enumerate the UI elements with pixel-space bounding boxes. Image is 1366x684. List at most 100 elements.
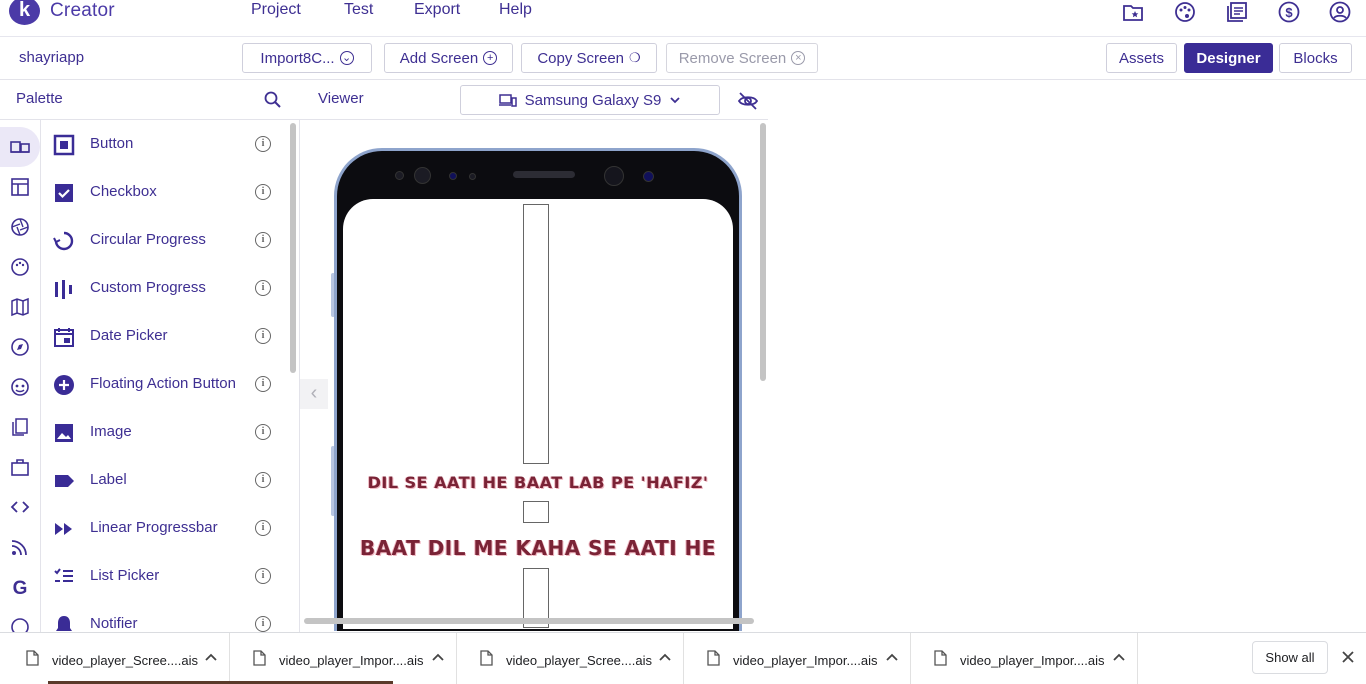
info-icon[interactable]: i xyxy=(255,376,271,392)
app-logo[interactable]: k xyxy=(9,0,40,25)
folder-star-icon[interactable] xyxy=(1121,0,1145,24)
layout-category-icon[interactable] xyxy=(9,176,31,198)
palette-item-linear-progressbar[interactable]: Linear Progressbar i xyxy=(41,504,289,552)
viewer-vertical-scrollbar[interactable] xyxy=(760,123,766,381)
image-icon xyxy=(53,422,75,444)
palette-item-notifier[interactable]: Notifier i xyxy=(41,600,289,632)
user-interface-category-icon[interactable] xyxy=(9,136,31,158)
palette-item-list-picker[interactable]: List Picker i xyxy=(41,552,289,600)
download-item[interactable]: video_player_Scree....ais xyxy=(4,633,230,684)
circular-progress-icon xyxy=(53,230,75,252)
file-icon xyxy=(26,650,39,666)
palette-icon[interactable] xyxy=(1173,0,1197,24)
visibility-off-icon[interactable] xyxy=(737,90,759,112)
blocks-button[interactable]: Blocks xyxy=(1279,43,1352,73)
menu-project[interactable]: Project xyxy=(251,1,301,19)
info-icon[interactable]: i xyxy=(255,280,271,296)
sensors-category-icon[interactable] xyxy=(9,336,31,358)
project-name: shayriapp xyxy=(19,49,85,66)
chevron-up-icon[interactable] xyxy=(885,651,899,665)
palette-item-label: Circular Progress xyxy=(90,231,206,248)
info-icon[interactable]: i xyxy=(255,424,271,440)
info-icon[interactable]: i xyxy=(255,136,271,152)
info-icon[interactable]: i xyxy=(255,472,271,488)
chevron-up-icon[interactable] xyxy=(431,651,445,665)
add-circle-icon: + xyxy=(483,51,498,65)
download-filename: video_player_Impor....ais xyxy=(733,653,878,668)
designer-button[interactable]: Designer xyxy=(1184,43,1273,73)
screen-component-placeholder[interactable] xyxy=(523,204,549,464)
utilities-category-icon[interactable] xyxy=(9,456,31,478)
menu-export[interactable]: Export xyxy=(414,1,460,19)
palette-item-image[interactable]: Image i xyxy=(41,408,289,456)
screen-component-placeholder[interactable] xyxy=(523,501,549,523)
download-filename: video_player_Scree....ais xyxy=(506,653,652,668)
palette-item-custom-progress[interactable]: Custom Progress i xyxy=(41,264,289,312)
download-filename: video_player_Impor....ais xyxy=(960,653,1105,668)
linear-progressbar-icon xyxy=(53,518,75,540)
screen-select-label: Import8C... xyxy=(260,49,335,67)
collapse-palette-button[interactable]: ‹ xyxy=(300,379,328,409)
list-picker-icon xyxy=(53,566,75,588)
palette-item-label: Date Picker xyxy=(90,327,168,344)
shayri-label-1[interactable]: DIL SE AATI HE BAAT LAB PE 'HAFIZ' xyxy=(343,473,733,492)
remove-screen-button[interactable]: Remove Screen × xyxy=(666,43,818,73)
palette-item-label[interactable]: Label i xyxy=(41,456,289,504)
google-category-icon[interactable]: G xyxy=(9,576,31,598)
chevron-up-icon[interactable] xyxy=(1112,651,1126,665)
media-category-icon[interactable] xyxy=(9,216,31,238)
viewer-title: Viewer xyxy=(318,90,364,107)
screen-select[interactable]: Import8C... ⌄ xyxy=(242,43,372,73)
chevron-up-icon[interactable] xyxy=(658,651,672,665)
code-category-icon[interactable] xyxy=(9,496,31,518)
palette-item-date-picker[interactable]: Date Picker i xyxy=(41,312,289,360)
palette-item-button[interactable]: Button i xyxy=(41,120,289,168)
info-icon[interactable]: i xyxy=(255,520,271,536)
shayri-label-2[interactable]: BAAT DIL ME KAHA SE AATI HE xyxy=(343,536,733,560)
palette-item-floating-action-button[interactable]: Floating Action Button i xyxy=(41,360,289,408)
rss-category-icon[interactable] xyxy=(9,536,31,558)
chevron-down-icon: ⌄ xyxy=(339,51,354,65)
info-icon[interactable]: i xyxy=(255,232,271,248)
info-icon[interactable]: i xyxy=(255,184,271,200)
info-icon[interactable]: i xyxy=(255,328,271,344)
menu-test[interactable]: Test xyxy=(344,1,373,19)
copy-screen-label: Copy Screen xyxy=(537,49,625,67)
palette-scrollbar[interactable] xyxy=(290,123,296,373)
menu-help[interactable]: Help xyxy=(499,1,532,19)
assets-button[interactable]: Assets xyxy=(1106,43,1177,73)
palette-item-checkbox[interactable]: Checkbox i xyxy=(41,168,289,216)
close-icon[interactable] xyxy=(1340,649,1356,665)
library-icon[interactable] xyxy=(1225,0,1249,24)
add-screen-button[interactable]: Add Screen + xyxy=(384,43,513,73)
notifier-icon xyxy=(53,614,75,632)
download-item[interactable]: video_player_Impor....ais xyxy=(231,633,457,684)
search-icon[interactable] xyxy=(263,90,283,110)
downloads-bar: video_player_Scree....ais video_player_I… xyxy=(0,632,1366,684)
devices-icon xyxy=(498,93,517,107)
maps-category-icon[interactable] xyxy=(9,296,31,318)
palette-item-circular-progress[interactable]: Circular Progress i xyxy=(41,216,289,264)
viewer-horizontal-scrollbar[interactable] xyxy=(304,618,754,624)
remove-screen-label: Remove Screen xyxy=(678,49,787,67)
dollar-circle-icon[interactable]: $ xyxy=(1277,0,1301,24)
storage-category-icon[interactable] xyxy=(9,416,31,438)
download-item[interactable]: video_player_Scree....ais xyxy=(458,633,684,684)
palette-item-label: Notifier xyxy=(90,615,138,632)
show-all-downloads-button[interactable]: Show all xyxy=(1252,641,1328,674)
copy-screen-button[interactable]: Copy Screen ❍ xyxy=(521,43,657,73)
file-icon xyxy=(707,650,720,666)
account-circle-icon[interactable] xyxy=(1328,0,1352,24)
social-category-icon[interactable] xyxy=(9,376,31,398)
floating-action-button-icon xyxy=(53,374,75,396)
info-icon[interactable]: i xyxy=(255,568,271,584)
app-title: Creator xyxy=(50,0,115,21)
info-icon[interactable]: i xyxy=(255,616,271,632)
chevron-up-icon[interactable] xyxy=(204,651,218,665)
download-item[interactable]: video_player_Impor....ais xyxy=(912,633,1138,684)
svg-text:$: $ xyxy=(1285,5,1293,20)
device-select[interactable]: Samsung Galaxy S9 xyxy=(460,85,720,115)
drawing-category-icon[interactable] xyxy=(9,256,31,278)
palette-item-label: Button xyxy=(90,135,134,152)
download-item[interactable]: video_player_Impor....ais xyxy=(685,633,911,684)
